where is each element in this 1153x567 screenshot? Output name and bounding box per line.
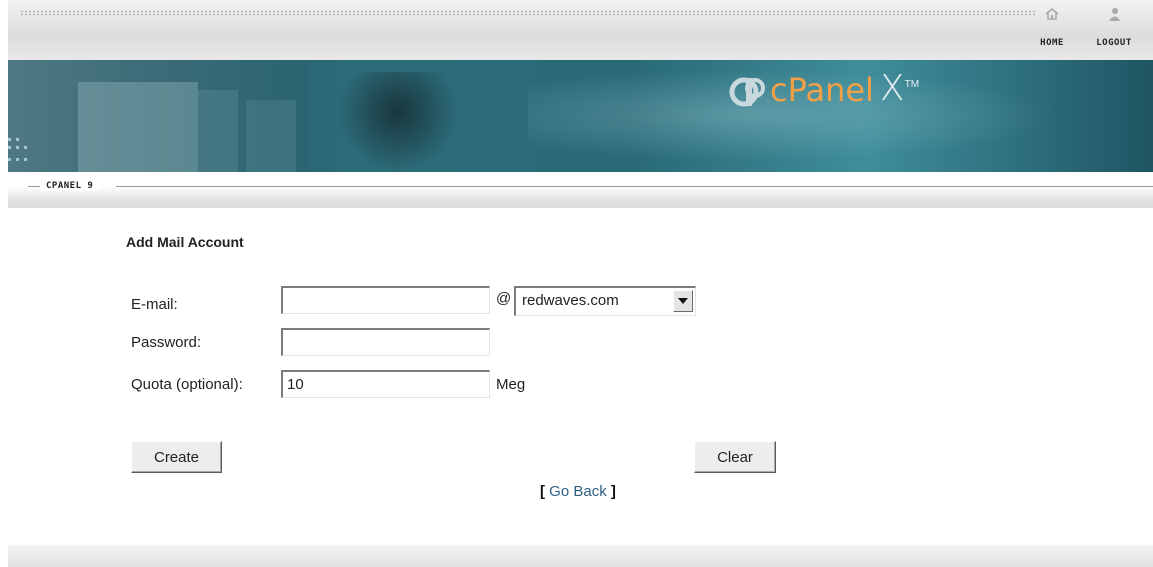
breadcrumb[interactable]: CPANEL 9 [40,181,100,191]
go-back: [ Go Back ] [540,483,616,500]
domain-select[interactable]: redwaves.com [514,286,696,316]
bracket-close: ] [610,483,616,500]
at-symbol: @ [496,290,512,307]
top-bar [8,0,1153,60]
home-label: HOME [1040,38,1064,48]
user-icon [1092,6,1136,22]
page-title: Add Mail Account [126,234,244,250]
chevron-down-icon [678,298,688,304]
breadcrumb-bar: CPANEL 9 [8,178,1153,208]
cpanel-logo-x: X [879,68,905,109]
clear-button[interactable]: Clear [694,441,776,473]
logout-link[interactable]: LOGOUT [1092,6,1136,48]
home-link[interactable]: HOME [1030,6,1074,48]
go-back-link[interactable]: Go Back [549,483,607,500]
domain-selected-value: redwaves.com [522,292,619,309]
cpanel-logo-mark [728,72,768,112]
quota-field[interactable] [281,370,490,398]
create-button[interactable]: Create [131,441,222,473]
password-field[interactable] [281,328,490,356]
cpanel-logo-text: cPanel [770,71,874,109]
email-label: E-mail: [131,296,178,313]
footer-bar [8,545,1153,567]
home-icon [1030,6,1074,22]
trademark-mark: TM [904,79,920,90]
cpanel-logo: cPanel X TM [728,68,920,112]
bracket-open: [ [540,483,545,500]
quota-label: Quota (optional): [131,376,243,393]
dotted-pattern [20,10,1035,16]
email-field[interactable] [281,286,490,314]
logout-label: LOGOUT [1096,38,1132,48]
quota-unit: Meg [496,376,526,393]
password-label: Password: [131,334,202,351]
cpanel-banner [8,60,1153,172]
dropdown-button[interactable] [673,290,693,312]
